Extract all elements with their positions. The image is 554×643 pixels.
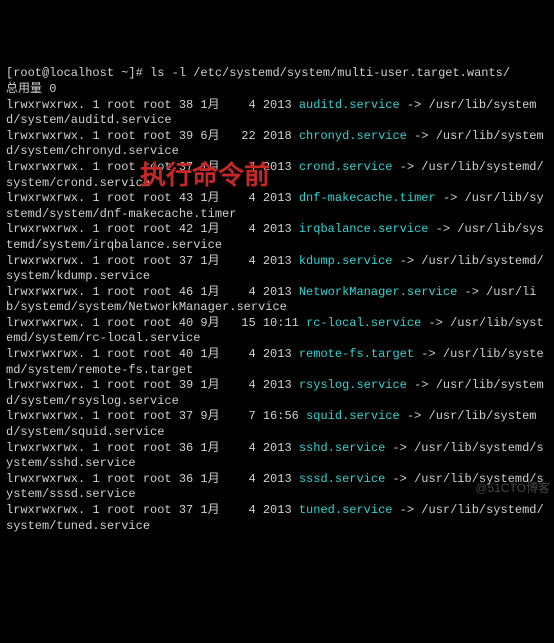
symlink-name: NetworkManager.service [299, 285, 457, 299]
entry-meta: lrwxrwxrwx. 1 root root 43 1月 4 2013 [6, 191, 299, 205]
symlink-name: crond.service [299, 160, 393, 174]
entry-meta: lrwxrwxrwx. 1 root root 37 1月 4 2013 [6, 503, 299, 517]
entry-meta: lrwxrwxrwx. 1 root root 46 1月 4 2013 [6, 285, 299, 299]
symlink-name: tuned.service [299, 503, 393, 517]
symlink-name: auditd.service [299, 98, 400, 112]
entry-meta: lrwxrwxrwx. 1 root root 42 1月 4 2013 [6, 222, 299, 236]
symlink-name: chronyd.service [299, 129, 407, 143]
entry-meta: lrwxrwxrwx. 1 root root 37 1月 4 2013 [6, 160, 299, 174]
entry-meta: lrwxrwxrwx. 1 root root 40 9月 15 10:11 [6, 316, 306, 330]
entry-meta: lrwxrwxrwx. 1 root root 39 1月 4 2013 [6, 378, 299, 392]
symlink-name: rc-local.service [306, 316, 421, 330]
entry-meta: lrwxrwxrwx. 1 root root 37 1月 4 2013 [6, 254, 299, 268]
symlink-name: sssd.service [299, 472, 385, 486]
symlink-name: irqbalance.service [299, 222, 429, 236]
symlink-name: rsyslog.service [299, 378, 407, 392]
entry-meta: lrwxrwxrwx. 1 root root 36 1月 4 2013 [6, 441, 299, 455]
shell-prompt: [root@localhost ~]# ls -l /etc/systemd/s… [6, 66, 510, 80]
entry-meta: lrwxrwxrwx. 1 root root 38 1月 4 2013 [6, 98, 299, 112]
entry-meta: lrwxrwxrwx. 1 root root 36 1月 4 2013 [6, 472, 299, 486]
entry-meta: lrwxrwxrwx. 1 root root 37 9月 7 16:56 [6, 409, 306, 423]
symlink-name: dnf-makecache.timer [299, 191, 436, 205]
symlink-name: sshd.service [299, 441, 385, 455]
terminal-output[interactable]: [root@localhost ~]# ls -l /etc/systemd/s… [6, 66, 548, 534]
symlink-name: squid.service [306, 409, 400, 423]
symlink-name: remote-fs.target [299, 347, 414, 361]
symlink-name: kdump.service [299, 254, 393, 268]
entry-meta: lrwxrwxrwx. 1 root root 40 1月 4 2013 [6, 347, 299, 361]
total-line: 总用量 0 [6, 82, 56, 96]
entry-meta: lrwxrwxrwx. 1 root root 39 6月 22 2018 [6, 129, 299, 143]
